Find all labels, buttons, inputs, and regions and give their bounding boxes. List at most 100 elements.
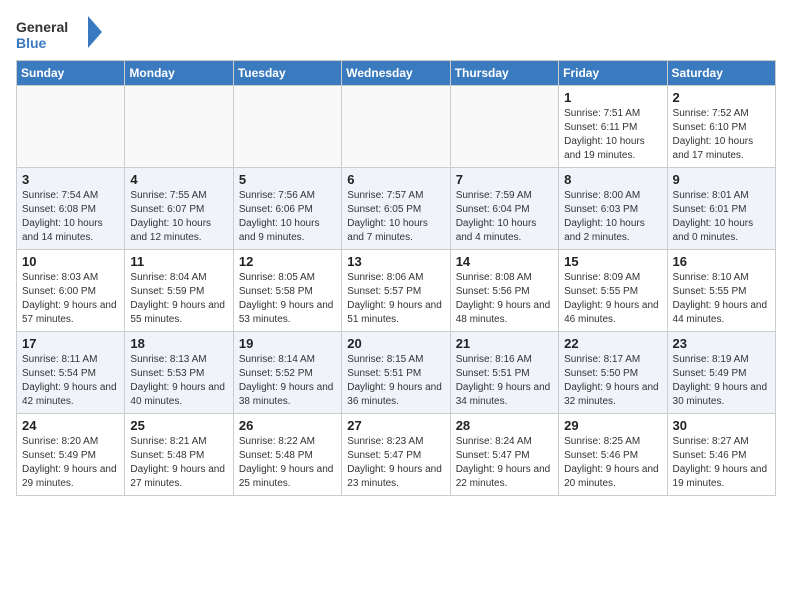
page-header: GeneralBlue [16, 16, 776, 52]
day-number: 23 [673, 336, 770, 351]
calendar-cell [450, 86, 558, 168]
cell-info: Sunrise: 8:09 AM Sunset: 5:55 PM Dayligh… [564, 271, 661, 327]
day-number: 15 [564, 254, 661, 269]
day-number: 5 [239, 172, 336, 187]
day-number: 19 [239, 336, 336, 351]
day-number: 30 [673, 418, 770, 433]
calendar-cell: 17 Sunrise: 8:11 AM Sunset: 5:54 PM Dayli… [17, 332, 125, 414]
calendar-day-header: Tuesday [233, 61, 341, 86]
cell-info: Sunrise: 8:11 AM Sunset: 5:54 PM Dayligh… [22, 353, 119, 409]
cell-info: Sunrise: 8:04 AM Sunset: 5:59 PM Dayligh… [130, 271, 227, 327]
calendar-week-row: 3 Sunrise: 7:54 AM Sunset: 6:08 PM Daylig… [17, 168, 776, 250]
cell-info: Sunrise: 8:27 AM Sunset: 5:46 PM Dayligh… [673, 435, 770, 491]
calendar-cell [342, 86, 450, 168]
day-number: 29 [564, 418, 661, 433]
day-number: 11 [130, 254, 227, 269]
cell-info: Sunrise: 8:08 AM Sunset: 5:56 PM Dayligh… [456, 271, 553, 327]
cell-info: Sunrise: 8:22 AM Sunset: 5:48 PM Dayligh… [239, 435, 336, 491]
calendar-cell: 28 Sunrise: 8:24 AM Sunset: 5:47 PM Dayli… [450, 414, 558, 496]
calendar-cell: 26 Sunrise: 8:22 AM Sunset: 5:48 PM Dayli… [233, 414, 341, 496]
calendar-cell: 13 Sunrise: 8:06 AM Sunset: 5:57 PM Dayli… [342, 250, 450, 332]
calendar-cell: 27 Sunrise: 8:23 AM Sunset: 5:47 PM Dayli… [342, 414, 450, 496]
cell-info: Sunrise: 8:00 AM Sunset: 6:03 PM Dayligh… [564, 189, 661, 245]
cell-info: Sunrise: 7:56 AM Sunset: 6:06 PM Dayligh… [239, 189, 336, 245]
day-number: 20 [347, 336, 444, 351]
cell-info: Sunrise: 7:55 AM Sunset: 6:07 PM Dayligh… [130, 189, 227, 245]
logo: GeneralBlue [16, 16, 106, 52]
cell-info: Sunrise: 7:54 AM Sunset: 6:08 PM Dayligh… [22, 189, 119, 245]
cell-info: Sunrise: 8:21 AM Sunset: 5:48 PM Dayligh… [130, 435, 227, 491]
day-number: 13 [347, 254, 444, 269]
calendar-cell: 2Sunrise: 7:52 AM Sunset: 6:10 PM Daylig… [667, 86, 775, 168]
calendar-day-header: Wednesday [342, 61, 450, 86]
calendar-week-row: 17 Sunrise: 8:11 AM Sunset: 5:54 PM Dayli… [17, 332, 776, 414]
calendar-table: SundayMondayTuesdayWednesdayThursdayFrid… [16, 60, 776, 496]
cell-info: Sunrise: 8:20 AM Sunset: 5:49 PM Dayligh… [22, 435, 119, 491]
logo-svg: GeneralBlue [16, 16, 106, 52]
calendar-cell: 3 Sunrise: 7:54 AM Sunset: 6:08 PM Daylig… [17, 168, 125, 250]
calendar-cell: 8Sunrise: 8:00 AM Sunset: 6:03 PM Daylig… [559, 168, 667, 250]
cell-info: Sunrise: 7:57 AM Sunset: 6:05 PM Dayligh… [347, 189, 444, 245]
cell-info: Sunrise: 8:24 AM Sunset: 5:47 PM Dayligh… [456, 435, 553, 491]
cell-info: Sunrise: 8:15 AM Sunset: 5:51 PM Dayligh… [347, 353, 444, 409]
day-number: 17 [22, 336, 119, 351]
day-number: 21 [456, 336, 553, 351]
calendar-cell: 4Sunrise: 7:55 AM Sunset: 6:07 PM Daylig… [125, 168, 233, 250]
day-number: 12 [239, 254, 336, 269]
cell-info: Sunrise: 8:06 AM Sunset: 5:57 PM Dayligh… [347, 271, 444, 327]
day-number: 27 [347, 418, 444, 433]
calendar-week-row: 24 Sunrise: 8:20 AM Sunset: 5:49 PM Dayli… [17, 414, 776, 496]
calendar-cell: 21 Sunrise: 8:16 AM Sunset: 5:51 PM Dayli… [450, 332, 558, 414]
calendar-day-header: Friday [559, 61, 667, 86]
day-number: 7 [456, 172, 553, 187]
calendar-cell: 11 Sunrise: 8:04 AM Sunset: 5:59 PM Dayli… [125, 250, 233, 332]
cell-info: Sunrise: 8:25 AM Sunset: 5:46 PM Dayligh… [564, 435, 661, 491]
calendar-day-header: Monday [125, 61, 233, 86]
cell-info: Sunrise: 8:17 AM Sunset: 5:50 PM Dayligh… [564, 353, 661, 409]
day-number: 2 [673, 90, 770, 105]
calendar-header-row: SundayMondayTuesdayWednesdayThursdayFrid… [17, 61, 776, 86]
svg-text:General: General [16, 19, 68, 35]
calendar-day-header: Saturday [667, 61, 775, 86]
cell-info: Sunrise: 8:14 AM Sunset: 5:52 PM Dayligh… [239, 353, 336, 409]
day-number: 6 [347, 172, 444, 187]
calendar-cell: 19 Sunrise: 8:14 AM Sunset: 5:52 PM Dayli… [233, 332, 341, 414]
calendar-cell [17, 86, 125, 168]
calendar-week-row: 1 Sunrise: 7:51 AM Sunset: 6:11 PM Daylig… [17, 86, 776, 168]
calendar-cell [125, 86, 233, 168]
calendar-cell: 24 Sunrise: 8:20 AM Sunset: 5:49 PM Dayli… [17, 414, 125, 496]
day-number: 26 [239, 418, 336, 433]
day-number: 9 [673, 172, 770, 187]
calendar-cell: 5 Sunrise: 7:56 AM Sunset: 6:06 PM Daylig… [233, 168, 341, 250]
calendar-cell: 25 Sunrise: 8:21 AM Sunset: 5:48 PM Dayli… [125, 414, 233, 496]
calendar-cell: 29 Sunrise: 8:25 AM Sunset: 5:46 PM Dayli… [559, 414, 667, 496]
day-number: 3 [22, 172, 119, 187]
cell-info: Sunrise: 8:19 AM Sunset: 5:49 PM Dayligh… [673, 353, 770, 409]
day-number: 18 [130, 336, 227, 351]
calendar-cell: 20 Sunrise: 8:15 AM Sunset: 5:51 PM Dayli… [342, 332, 450, 414]
calendar-week-row: 10 Sunrise: 8:03 AM Sunset: 6:00 PM Dayli… [17, 250, 776, 332]
calendar-cell: 9 Sunrise: 8:01 AM Sunset: 6:01 PM Daylig… [667, 168, 775, 250]
calendar-cell: 16Sunrise: 8:10 AM Sunset: 5:55 PM Dayli… [667, 250, 775, 332]
calendar-day-header: Thursday [450, 61, 558, 86]
day-number: 10 [22, 254, 119, 269]
cell-info: Sunrise: 8:16 AM Sunset: 5:51 PM Dayligh… [456, 353, 553, 409]
calendar-day-header: Sunday [17, 61, 125, 86]
cell-info: Sunrise: 7:51 AM Sunset: 6:11 PM Dayligh… [564, 107, 661, 163]
day-number: 16 [673, 254, 770, 269]
day-number: 24 [22, 418, 119, 433]
calendar-cell: 12Sunrise: 8:05 AM Sunset: 5:58 PM Dayli… [233, 250, 341, 332]
calendar-cell: 1 Sunrise: 7:51 AM Sunset: 6:11 PM Daylig… [559, 86, 667, 168]
calendar-cell: 30 Sunrise: 8:27 AM Sunset: 5:46 PM Dayli… [667, 414, 775, 496]
calendar-cell: 18 Sunrise: 8:13 AM Sunset: 5:53 PM Dayli… [125, 332, 233, 414]
calendar-cell: 10 Sunrise: 8:03 AM Sunset: 6:00 PM Dayli… [17, 250, 125, 332]
calendar-cell [233, 86, 341, 168]
cell-info: Sunrise: 8:13 AM Sunset: 5:53 PM Dayligh… [130, 353, 227, 409]
day-number: 22 [564, 336, 661, 351]
day-number: 25 [130, 418, 227, 433]
day-number: 1 [564, 90, 661, 105]
cell-info: Sunrise: 8:23 AM Sunset: 5:47 PM Dayligh… [347, 435, 444, 491]
day-number: 28 [456, 418, 553, 433]
cell-info: Sunrise: 8:01 AM Sunset: 6:01 PM Dayligh… [673, 189, 770, 245]
cell-info: Sunrise: 8:03 AM Sunset: 6:00 PM Dayligh… [22, 271, 119, 327]
